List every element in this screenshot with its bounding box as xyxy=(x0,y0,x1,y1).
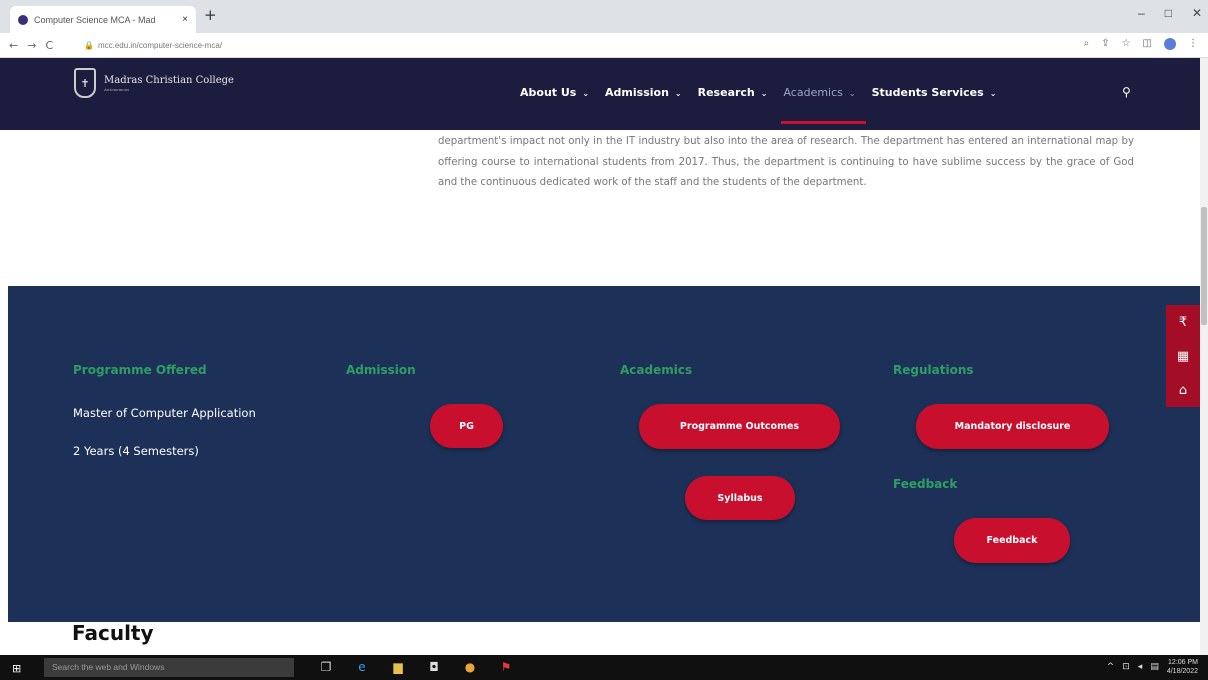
home-icon[interactable]: ⌂ xyxy=(1179,383,1187,398)
side-quick-links: ₹ ▦ ⌂ xyxy=(1166,305,1200,407)
edge-icon[interactable]: e xyxy=(354,659,370,675)
admission-heading: Admission xyxy=(346,363,416,377)
browser-tab[interactable]: Computer Science MCA - Mad × xyxy=(10,6,196,33)
zoom-icon[interactable]: ⌕ xyxy=(1084,38,1090,50)
programme-offered-heading: Programme Offered xyxy=(73,363,207,377)
syllabus-button[interactable]: Syllabus xyxy=(685,476,795,520)
logo-text: Madras Christian College xyxy=(104,74,234,86)
windows-start-icon[interactable]: ⊞ xyxy=(12,662,21,675)
extensions-icon[interactable]: ◫ xyxy=(1143,38,1152,50)
keyboard-icon[interactable]: ▤ xyxy=(1150,662,1159,672)
main-nav: About Us ⌄ Admission ⌄ Research ⌄ Academics… xyxy=(520,86,1012,124)
system-tray: ^ ⊡ ◂ ▤ 12:06 PM 4/18/2022 xyxy=(1107,658,1198,676)
nav-academics-label: Academics xyxy=(783,86,843,99)
programme-duration: 2 Years (4 Semesters) xyxy=(73,444,199,458)
college-logo[interactable]: ✝ Madras Christian College Autonomous xyxy=(74,68,234,98)
nav-admission[interactable]: Admission ⌄ xyxy=(605,86,682,99)
close-tab-icon[interactable]: × xyxy=(182,14,188,25)
academics-heading: Academics xyxy=(620,363,693,377)
search-icon[interactable]: ⚲ xyxy=(1122,85,1131,99)
nav-research[interactable]: Research ⌄ xyxy=(698,86,768,99)
maximize-button[interactable]: □ xyxy=(1165,6,1172,20)
toolbar-icons: ⌕ ⇪ ☆ ◫ ⋮ xyxy=(1084,38,1198,50)
nav-research-label: Research xyxy=(697,86,755,99)
star-icon[interactable]: ☆ xyxy=(1122,38,1131,50)
programme-info-section: Programme Offered Master of Computer App… xyxy=(8,286,1200,622)
feedback-heading: Feedback xyxy=(893,477,958,491)
nav-about-us-label: About Us xyxy=(520,86,577,99)
close-window-button[interactable]: ✕ xyxy=(1192,6,1202,20)
lock-icon: 🔒 xyxy=(84,41,94,50)
chevron-down-icon: ⌄ xyxy=(848,89,856,98)
rupee-icon[interactable]: ₹ xyxy=(1179,315,1187,330)
share-icon[interactable]: ⇪ xyxy=(1101,38,1109,50)
pg-button[interactable]: PG xyxy=(430,404,503,448)
chevron-down-icon: ⌄ xyxy=(582,89,590,98)
favicon-icon xyxy=(18,14,28,25)
browser-tabstrip: Computer Science MCA - Mad × + – □ ✕ xyxy=(0,0,1208,33)
feedback-button[interactable]: Feedback xyxy=(954,518,1070,563)
reload-icon[interactable]: C xyxy=(45,39,53,52)
logo-subtext: Autonomous xyxy=(104,86,130,92)
clock[interactable]: 12:06 PM 4/18/2022 xyxy=(1167,658,1198,676)
programme-outcomes-button[interactable]: Programme Outcomes xyxy=(639,404,840,449)
address-bar[interactable]: 🔒 mcc.edu.in/computer-science-mca/ xyxy=(84,37,1044,54)
regulations-heading: Regulations xyxy=(893,363,974,377)
film-icon[interactable]: ▦ xyxy=(1177,349,1189,364)
mandatory-disclosure-button[interactable]: Mandatory disclosure xyxy=(916,404,1109,449)
chevron-down-icon: ⌄ xyxy=(989,89,997,98)
browser-toolbar: ← → C 🔒 mcc.edu.in/computer-science-mca/… xyxy=(0,33,1208,58)
nav-admission-label: Admission xyxy=(605,86,669,99)
site-header: ✝ Madras Christian College Autonomous Ab… xyxy=(0,58,1200,130)
chevron-down-icon: ⌄ xyxy=(674,89,682,98)
taskbar-apps: ❐ e ▆ ◘ ● ⚑ xyxy=(318,659,514,675)
clock-date: 4/18/2022 xyxy=(1166,668,1198,675)
url-text: mcc.edu.in/computer-science-mca/ xyxy=(97,41,223,50)
crest-icon: ✝ xyxy=(74,68,96,98)
volume-icon[interactable]: ◂ xyxy=(1138,662,1143,672)
nav-students-services-label: Students Services xyxy=(871,86,984,99)
task-view-icon[interactable]: ❐ xyxy=(318,659,334,675)
tray-chevron-icon[interactable]: ^ xyxy=(1107,662,1115,672)
taskbar-search-box[interactable]: Search the web and Windows xyxy=(44,658,294,677)
menu-icon[interactable]: ⋮ xyxy=(1188,38,1198,50)
file-explorer-icon[interactable]: ▆ xyxy=(390,659,406,675)
window-controls: – □ ✕ xyxy=(1138,6,1202,20)
nav-about-us[interactable]: About Us ⌄ xyxy=(520,86,589,99)
network-icon[interactable]: ⊡ xyxy=(1122,662,1130,672)
scrollbar-thumb[interactable] xyxy=(1201,207,1207,325)
chevron-down-icon: ⌄ xyxy=(760,89,768,98)
back-icon[interactable]: ← xyxy=(9,39,18,52)
page-scrollbar[interactable] xyxy=(1200,58,1208,655)
faculty-heading: Faculty xyxy=(72,621,154,645)
windows-taskbar: ⊞ Search the web and Windows ❐ e ▆ ◘ ● ⚑… xyxy=(0,655,1208,680)
department-description: department's impact not only in the IT i… xyxy=(438,136,1134,188)
minimize-button[interactable]: – xyxy=(1138,6,1145,20)
clock-time: 12:06 PM xyxy=(1168,659,1198,666)
forward-icon[interactable]: → xyxy=(27,39,36,52)
tab-title: Computer Science MCA - Mad xyxy=(34,14,156,25)
profile-avatar-icon[interactable] xyxy=(1164,38,1176,50)
nav-academics[interactable]: Academics ⌄ xyxy=(781,86,866,124)
chrome-icon[interactable]: ● xyxy=(462,659,478,675)
new-tab-button[interactable]: + xyxy=(204,6,217,24)
store-icon[interactable]: ◘ xyxy=(426,659,442,675)
programme-name: Master of Computer Application xyxy=(73,406,256,420)
nav-students-services[interactable]: Students Services ⌄ xyxy=(872,86,997,99)
pdf-reader-icon[interactable]: ⚑ xyxy=(498,659,514,675)
